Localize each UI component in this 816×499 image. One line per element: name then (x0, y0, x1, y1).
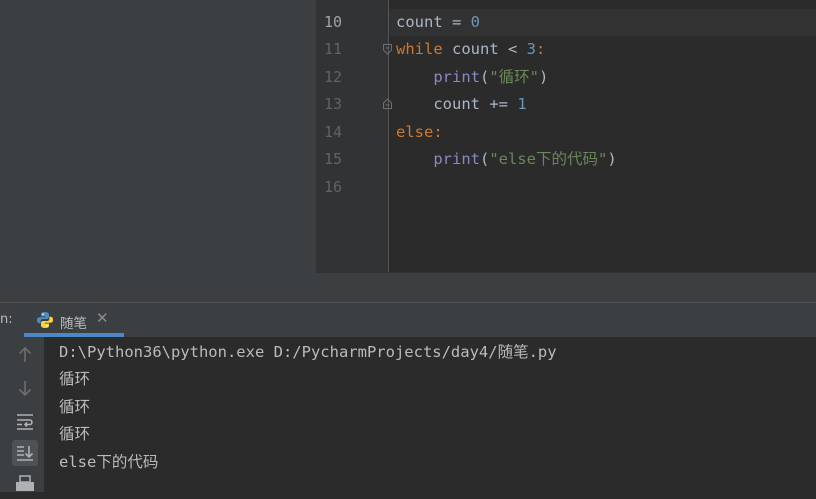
code-token: ) (539, 68, 549, 86)
line-number: 11 (323, 40, 342, 58)
code-line-10[interactable]: count = 0 (396, 9, 480, 36)
print-icon[interactable] (12, 473, 38, 499)
python-icon (37, 312, 53, 328)
code-token: : (536, 40, 546, 58)
code-builtin: print (433, 68, 480, 86)
editor-horizontal-scroll-area (316, 272, 816, 303)
close-icon[interactable]: ✕ (96, 309, 109, 327)
code-token: 3 (526, 40, 537, 58)
code-string: "循环" (489, 68, 540, 86)
arrow-down-icon[interactable] (12, 375, 38, 401)
fold-open-icon[interactable] (383, 44, 392, 55)
console-line: 循环 (59, 398, 91, 416)
code-string: "else下的代码" (489, 150, 608, 168)
console-line: D:\Python36\python.exe D:/PycharmProject… (59, 343, 557, 361)
console-line: 循环 (59, 425, 91, 443)
code-token: 1 (517, 95, 527, 113)
line-number: 14 (323, 123, 342, 141)
line-number: 13 (323, 95, 342, 113)
project-pane (0, 0, 316, 302)
scroll-to-end-icon (17, 446, 34, 461)
scroll-to-end-button[interactable] (12, 440, 38, 466)
line-number: 15 (323, 150, 342, 168)
code-token: ( (480, 68, 490, 86)
code-token: : (433, 123, 443, 141)
line-number: 16 (323, 178, 342, 196)
console-line: else下的代码 (59, 453, 159, 471)
soft-wrap-icon[interactable] (12, 408, 38, 434)
console-line: 循环 (59, 370, 91, 388)
code-line-13[interactable]: count += 1 (396, 91, 527, 118)
code-token: = (442, 13, 471, 31)
code-builtin: print (433, 150, 480, 168)
code-line-14[interactable]: else: (396, 119, 443, 146)
code-line-15[interactable]: print("else下的代码") (396, 146, 617, 173)
run-panel-label: n: (0, 312, 13, 327)
code-line-11[interactable]: while count < 3: (396, 36, 545, 63)
code-token: 0 (470, 13, 481, 31)
code-token: count < (442, 40, 527, 58)
gutter-divider (388, 0, 389, 272)
arrow-up-icon[interactable] (12, 342, 38, 368)
line-number: 10 (323, 13, 342, 31)
code-token: ( (480, 150, 490, 168)
code-keyword: while (396, 40, 443, 58)
fold-end-icon[interactable] (383, 98, 392, 109)
line-number: 12 (323, 68, 342, 86)
code-token: ) (607, 150, 617, 168)
code-line-12[interactable]: print("循环") (396, 64, 548, 91)
run-tab-label: 随笔 (60, 316, 87, 332)
code-token: count (396, 13, 443, 31)
code-keyword: else (396, 123, 434, 141)
code-token: count += (396, 95, 518, 113)
